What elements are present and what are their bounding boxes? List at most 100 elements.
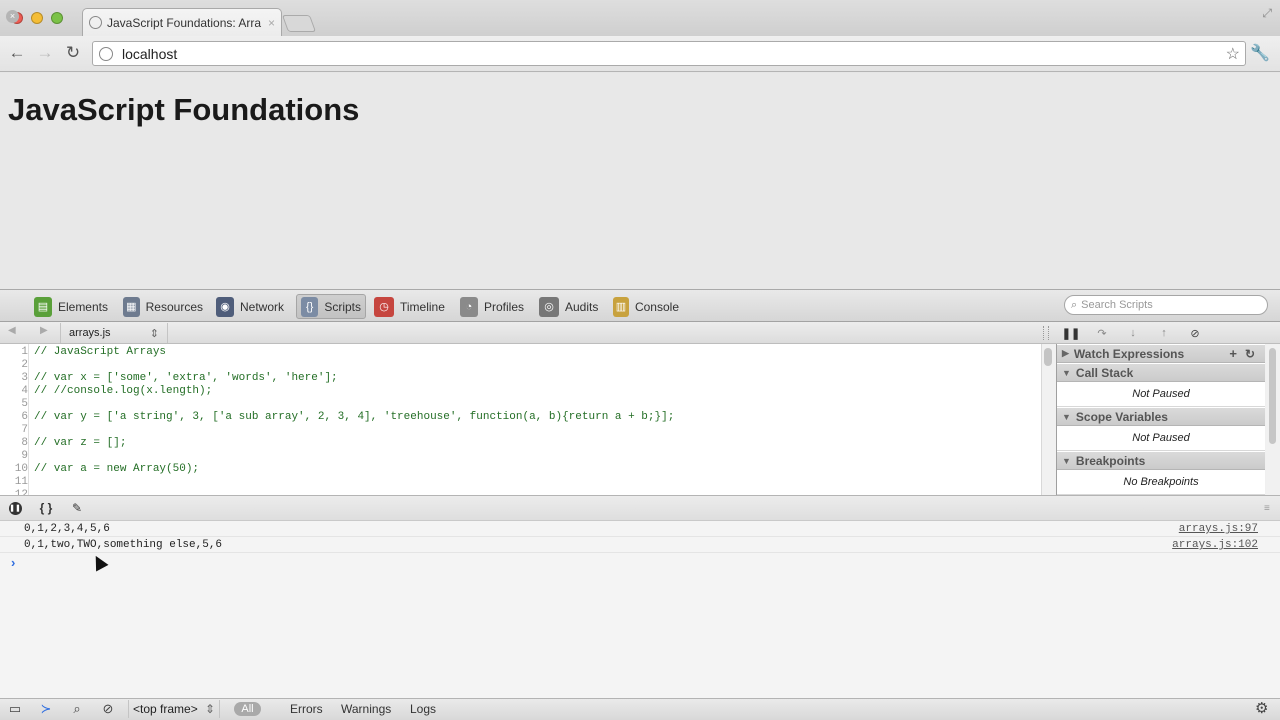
console-message: 0,1,2,3,4,5,6 arrays.js:97 xyxy=(0,521,1280,537)
forward-arrow-icon[interactable]: → xyxy=(34,42,56,64)
drag-handle-icon[interactable]: ≡ xyxy=(1264,503,1270,514)
code-line[interactable]: 1 // JavaScript Arrays xyxy=(0,346,1041,359)
line-number[interactable]: 7 xyxy=(0,424,28,437)
search-icon: ⌕ xyxy=(1071,298,1078,311)
tab-close-icon[interactable]: × xyxy=(268,16,275,30)
code-line[interactable]: 9 xyxy=(0,450,1041,463)
script-file-select[interactable]: arrays.js ⇕ xyxy=(60,323,168,343)
updown-chevron-icon: ⇕ xyxy=(204,702,215,716)
devtools-tab-elements[interactable]: ▤ Elements xyxy=(30,294,112,319)
history-back-icon[interactable]: ◀ xyxy=(8,325,16,336)
filter-logs-button[interactable]: Logs xyxy=(410,702,436,716)
code-text: // var z = []; xyxy=(34,437,127,449)
code-line[interactable]: 10 // var a = new Array(50); xyxy=(0,463,1041,476)
bookmark-star-icon[interactable]: ☆ xyxy=(1226,44,1240,64)
devtools-tab-resources[interactable]: ▦ Resources xyxy=(119,294,207,319)
step-into-icon[interactable]: ↓ xyxy=(1124,325,1142,341)
pane-resize-handle[interactable] xyxy=(1043,326,1049,340)
console-source-link[interactable]: arrays.js:102 xyxy=(1172,537,1258,553)
pretty-print-icon[interactable]: { } xyxy=(36,499,56,517)
code-line[interactable]: 8 // var z = []; xyxy=(0,437,1041,450)
globe-icon xyxy=(99,46,113,61)
devtools-tab-console[interactable]: ▥ Console xyxy=(609,294,683,319)
code-line[interactable]: 2 xyxy=(0,359,1041,372)
frame-select-value: <top frame> xyxy=(133,702,198,716)
call-stack-header[interactable]: ▼ Call Stack xyxy=(1057,363,1265,382)
tab-title: JavaScript Foundations: Arra xyxy=(107,15,262,30)
edit-pencil-icon[interactable]: ✎ xyxy=(67,499,87,517)
sidebar-scroll-thumb[interactable] xyxy=(1269,348,1276,444)
devtools-tab-profiles[interactable]: ◔ Profiles xyxy=(456,294,528,319)
breakpoints-header[interactable]: ▼ Breakpoints xyxy=(1057,451,1265,470)
search-scripts-input[interactable]: ⌕ Search Scripts xyxy=(1064,295,1268,315)
expanded-triangle-icon: ▼ xyxy=(1062,455,1071,466)
devtools-tab-label: Resources xyxy=(145,299,203,314)
browser-tab[interactable]: JavaScript Foundations: Arra × xyxy=(82,8,282,36)
console-toggle-icon[interactable]: ≻ xyxy=(36,700,56,718)
line-number[interactable]: 9 xyxy=(0,450,28,463)
zoom-window-button[interactable] xyxy=(51,12,63,24)
scope-variables-header[interactable]: ▼ Scope Variables xyxy=(1057,407,1265,426)
console-source-link[interactable]: arrays.js:97 xyxy=(1179,521,1258,537)
expanded-triangle-icon: ▼ xyxy=(1062,411,1071,422)
console-prompt[interactable]: › xyxy=(11,555,15,570)
clear-console-icon[interactable]: ⊘ xyxy=(98,700,118,718)
audits-icon: ◎ xyxy=(539,296,559,317)
code-line[interactable]: 5 xyxy=(0,398,1041,411)
source-editor[interactable]: 1 // JavaScript Arrays 2 3 // var x = ['some… xyxy=(0,344,1041,495)
refresh-icon[interactable]: ↻ xyxy=(1245,347,1255,361)
updown-chevron-icon: ⇕ xyxy=(149,327,159,340)
fullscreen-icon[interactable]: ⤢ xyxy=(1262,6,1272,21)
line-number[interactable]: 8 xyxy=(0,437,28,450)
line-number[interactable]: 1 xyxy=(0,346,28,359)
line-number[interactable]: 6 xyxy=(0,411,28,424)
filter-errors-button[interactable]: Errors xyxy=(290,702,323,716)
line-number[interactable]: 10 xyxy=(0,463,28,476)
page-heading: JavaScript Foundations xyxy=(8,92,360,127)
minimize-window-button[interactable] xyxy=(31,12,43,24)
scope-variables-title: Scope Variables xyxy=(1075,409,1168,424)
code-text: // JavaScript Arrays xyxy=(34,346,167,358)
devtools-tab-timeline[interactable]: ◷ Timeline xyxy=(370,294,450,319)
step-out-icon[interactable]: ↑ xyxy=(1155,325,1173,341)
editor-scroll-thumb[interactable] xyxy=(1044,348,1052,366)
devtools-tab-audits[interactable]: ◎ Audits xyxy=(535,294,603,319)
filter-all-button[interactable]: All xyxy=(234,702,261,716)
devtools-tab-network[interactable]: ◉ Network xyxy=(212,294,288,319)
devtools-tab-scripts[interactable]: {} Scripts xyxy=(296,294,366,319)
code-line[interactable]: 7 xyxy=(0,424,1041,437)
wrench-menu-icon[interactable]: 🔧 xyxy=(1250,43,1270,63)
code-line[interactable]: 11 xyxy=(0,476,1041,489)
watch-expressions-header[interactable]: ▶ Watch Expressions + ↻ xyxy=(1057,344,1265,363)
address-bar[interactable]: localhost xyxy=(92,41,1246,66)
reload-icon[interactable]: ↻ xyxy=(62,42,84,64)
line-number[interactable]: 11 xyxy=(0,476,28,489)
code-line[interactable]: 3 // var x = ['some', 'extra', 'words', '… xyxy=(0,372,1041,385)
breakpoints-title: Breakpoints xyxy=(1075,453,1146,468)
line-number[interactable]: 4 xyxy=(0,385,28,398)
filter-warnings-button[interactable]: Warnings xyxy=(341,702,391,716)
timeline-icon: ◷ xyxy=(374,296,394,317)
code-line[interactable]: 4 // //console.log(x.length); xyxy=(0,385,1041,398)
line-number[interactable]: 2 xyxy=(0,359,28,372)
devtools-close-icon[interactable]: × xyxy=(6,10,19,23)
line-number[interactable]: 5 xyxy=(0,398,28,411)
back-arrow-icon[interactable]: ← xyxy=(6,42,28,64)
new-tab-button[interactable] xyxy=(281,15,317,32)
dock-window-icon[interactable]: ▭ xyxy=(5,700,25,718)
call-stack-status: Not Paused xyxy=(1057,382,1265,407)
inspect-search-icon[interactable]: ⌕ xyxy=(67,700,87,718)
deactivate-breakpoints-icon[interactable]: ⊘ xyxy=(1186,325,1204,341)
editor-scrollbar[interactable] xyxy=(1041,344,1056,495)
code-line[interactable]: 6 // var y = ['a string', 3, ['a sub arra… xyxy=(0,411,1041,424)
line-number[interactable]: 3 xyxy=(0,372,28,385)
pause-on-exceptions-icon[interactable]: ❚❚ xyxy=(5,499,25,517)
settings-gear-icon[interactable]: ⚙ xyxy=(1255,699,1268,717)
console-message-text: 0,1,two,TWO,something else,5,6 xyxy=(24,539,223,551)
frame-select[interactable]: <top frame> ⇕ xyxy=(128,700,220,718)
step-over-icon[interactable]: ↷ xyxy=(1093,325,1111,341)
pause-icon[interactable]: ❚❚ xyxy=(1062,325,1080,341)
file-name: arrays.js xyxy=(69,327,111,339)
add-watch-icon[interactable]: + xyxy=(1229,346,1237,361)
history-forward-icon[interactable]: ▶ xyxy=(40,325,48,336)
